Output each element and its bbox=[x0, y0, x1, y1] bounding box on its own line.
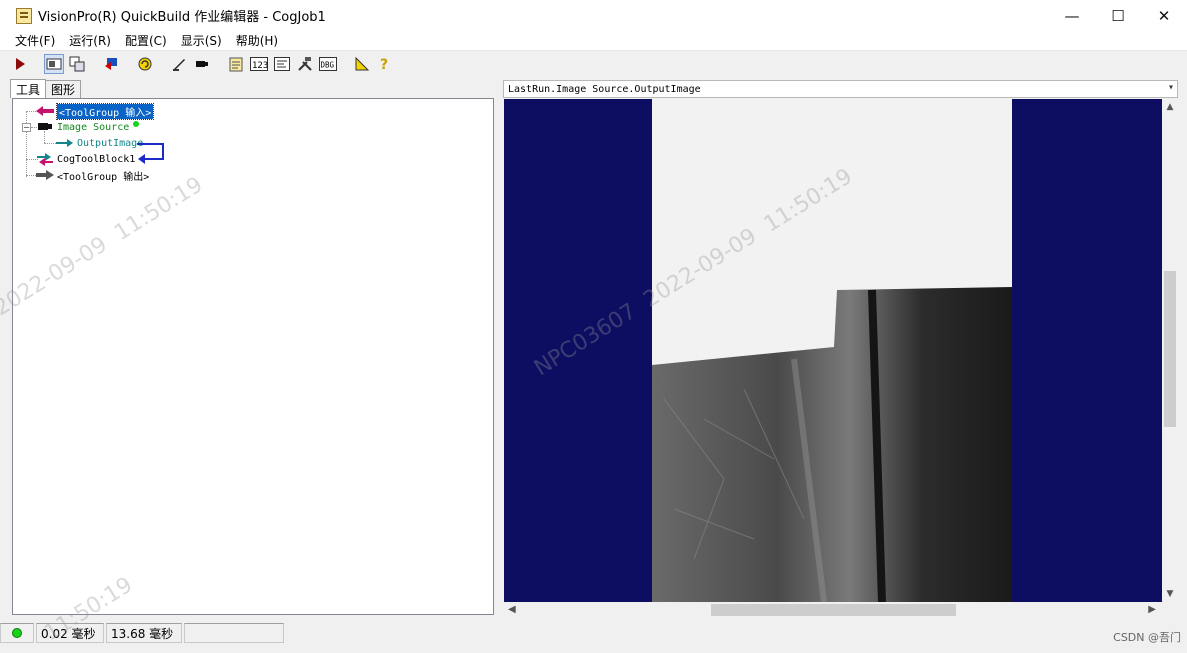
tree-item-image-source-label: Image Source bbox=[57, 121, 130, 133]
status-empty-cell bbox=[184, 623, 284, 643]
tool-block-icon bbox=[37, 153, 53, 166]
svg-text:?: ? bbox=[380, 57, 388, 72]
scroll-right-icon[interactable]: ▶ bbox=[1148, 602, 1156, 618]
tool-tree: − <ToolGroup 输入> Image Source OutputImag… bbox=[12, 98, 494, 615]
svg-text:123: 123 bbox=[252, 61, 268, 71]
tab-graphics[interactable]: 图形 bbox=[45, 80, 82, 98]
run-continuous-icon[interactable] bbox=[135, 54, 155, 74]
menu-bar: 文件(F) 运行(R) 配置(C) 显示(S) 帮助(H) bbox=[0, 31, 1187, 51]
status-bar: 0.02 毫秒 13.68 毫秒 bbox=[0, 621, 1187, 645]
show-image-icon[interactable] bbox=[44, 54, 64, 74]
tree-item-tool-block-label: CogToolBlock1 bbox=[57, 153, 136, 165]
scroll-thumb[interactable] bbox=[711, 604, 956, 616]
collapse-toggle[interactable]: − bbox=[22, 123, 31, 132]
terminal-icon[interactable] bbox=[272, 54, 292, 74]
close-button[interactable]: ✕ bbox=[1141, 0, 1187, 31]
total-run-time: 13.68 毫秒 bbox=[106, 623, 182, 643]
tab-tools[interactable]: 工具 bbox=[10, 79, 47, 98]
pen-icon[interactable] bbox=[169, 54, 189, 74]
help-icon[interactable]: ? bbox=[375, 54, 395, 74]
app-clipboard-icon bbox=[16, 7, 32, 24]
tree-item-input-label: <ToolGroup 输入> bbox=[55, 102, 155, 120]
run-once-icon[interactable] bbox=[10, 54, 30, 74]
link-arrow-icon bbox=[137, 143, 164, 164]
float-window-icon[interactable] bbox=[67, 54, 87, 74]
chevron-down-icon[interactable]: ▾ bbox=[1168, 82, 1174, 93]
quickbuild-window: VisionPro(R) QuickBuild 作业编辑器 - CogJob1 … bbox=[0, 0, 1187, 653]
counter-icon[interactable]: 123 bbox=[249, 54, 269, 74]
tree-item-tool-block[interactable]: CogToolBlock1 bbox=[35, 151, 135, 167]
checklist-icon[interactable] bbox=[226, 54, 246, 74]
scroll-thumb[interactable] bbox=[1164, 271, 1176, 427]
scroll-down-icon[interactable]: ▼ bbox=[1162, 589, 1178, 599]
tools-icon[interactable] bbox=[295, 54, 315, 74]
output-arrow-icon bbox=[36, 170, 54, 180]
input-arrow-icon bbox=[36, 106, 54, 116]
menu-view[interactable]: 显示(S) bbox=[174, 32, 229, 49]
left-tab-strip: 工具 图形 bbox=[10, 79, 82, 98]
window-controls: — ☐ ✕ bbox=[1049, 0, 1187, 31]
credit-text: CSDN @吾门 bbox=[1113, 631, 1181, 644]
run-status-indicator bbox=[0, 623, 34, 643]
camera-icon bbox=[38, 123, 52, 130]
dbg-icon[interactable]: DBG bbox=[318, 54, 338, 74]
image-display[interactable] bbox=[504, 99, 1162, 602]
menu-config[interactable]: 配置(C) bbox=[118, 32, 174, 49]
maximize-button[interactable]: ☐ bbox=[1095, 0, 1141, 31]
scroll-left-icon[interactable]: ◀ bbox=[508, 602, 516, 618]
image-horizontal-scrollbar[interactable]: ◀ ▶ bbox=[504, 602, 1162, 618]
tree-item-output-image[interactable]: OutputImage bbox=[55, 135, 143, 151]
ruler-icon[interactable] bbox=[352, 54, 372, 74]
image-source-selector-label: LastRun.Image Source.OutputImage bbox=[508, 83, 701, 95]
tree-item-input[interactable]: <ToolGroup 输入> bbox=[35, 102, 155, 120]
image-vertical-scrollbar[interactable]: ▲ ▼ bbox=[1162, 99, 1178, 602]
image-source-selector[interactable]: LastRun.Image Source.OutputImage ▾ bbox=[503, 80, 1178, 98]
acquired-image bbox=[652, 99, 1012, 602]
menu-file[interactable]: 文件(F) bbox=[8, 32, 62, 49]
menu-help[interactable]: 帮助(H) bbox=[229, 32, 285, 49]
last-run-time: 0.02 毫秒 bbox=[36, 623, 104, 643]
tree-item-output-image-label: OutputImage bbox=[77, 137, 144, 149]
status-led-icon bbox=[12, 628, 22, 638]
camera-icon[interactable] bbox=[192, 54, 212, 74]
minimize-button[interactable]: — bbox=[1049, 0, 1095, 31]
svg-text:DBG: DBG bbox=[321, 61, 335, 70]
menu-run[interactable]: 运行(R) bbox=[62, 32, 118, 49]
tree-item-image-source[interactable]: Image Source bbox=[35, 119, 140, 135]
tree-connector bbox=[26, 111, 27, 177]
scroll-up-icon[interactable]: ▲ bbox=[1162, 102, 1178, 112]
reset-icon[interactable] bbox=[101, 54, 121, 74]
title-bar: VisionPro(R) QuickBuild 作业编辑器 - CogJob1 … bbox=[0, 0, 1187, 31]
status-dot-icon bbox=[133, 121, 140, 127]
tree-item-output[interactable]: <ToolGroup 输出> bbox=[35, 167, 149, 183]
toolbar: 123 DBG ? bbox=[0, 52, 1187, 76]
tree-item-output-label: <ToolGroup 输出> bbox=[57, 171, 150, 183]
output-arrow-icon bbox=[56, 139, 73, 147]
window-title: VisionPro(R) QuickBuild 作业编辑器 - CogJob1 bbox=[38, 10, 326, 25]
